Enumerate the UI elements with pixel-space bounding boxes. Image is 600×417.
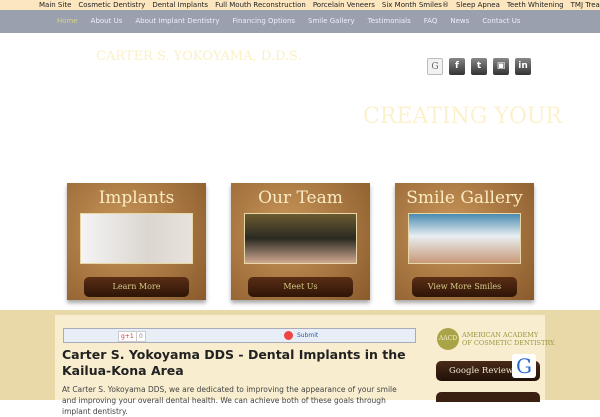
youtube-icon[interactable]: ▣: [493, 58, 509, 75]
social-links: G f t ▣ in: [427, 58, 531, 75]
nav-about-implant[interactable]: About Implant Dentistry: [135, 10, 219, 33]
facebook-icon[interactable]: f: [449, 58, 465, 75]
topbar-link-six-month[interactable]: Six Month Smiles®: [382, 0, 449, 10]
nav-contact[interactable]: Contact Us: [482, 10, 520, 33]
intro-paragraph: At Carter S. Yokoyama DDS, we are dedica…: [62, 385, 397, 416]
site-logo[interactable]: CARTER S. YOKOYAMA, D.D.S.: [96, 49, 302, 64]
hero-tagline: CREATING YOUR: [363, 104, 562, 129]
nav-smile-gallery[interactable]: Smile Gallery: [308, 10, 355, 33]
aacd-line2: OF COSMETIC DENTISTRY.: [462, 339, 556, 347]
topbar-link-cosmetic[interactable]: Cosmetic Dentistry: [78, 0, 145, 10]
linkedin-icon[interactable]: in: [515, 58, 531, 75]
card-implants: Implants Learn More: [67, 183, 206, 300]
google-plus-count: 0: [136, 331, 146, 342]
topbar-link-implants[interactable]: Dental Implants: [152, 0, 208, 10]
nav-about-us[interactable]: About Us: [91, 10, 123, 33]
learn-more-button[interactable]: Learn More: [84, 277, 189, 297]
google-g-icon: G: [512, 354, 536, 378]
card-title: Smile Gallery: [406, 188, 523, 208]
smile-gallery-photo: [408, 213, 521, 264]
sidebar-badge-button[interactable]: [436, 392, 540, 402]
topbar-link-sleep-apnea[interactable]: Sleep Apnea: [456, 0, 500, 10]
main-nav: Home About Us About Implant Dentistry Fi…: [0, 10, 600, 33]
card-title: Our Team: [258, 188, 343, 208]
google-plus-button[interactable]: g+1: [118, 331, 137, 342]
topbar-link-whitening[interactable]: Teeth Whitening: [507, 0, 564, 10]
view-more-smiles-button[interactable]: View More Smiles: [412, 277, 517, 297]
submit-button[interactable]: Submit: [297, 331, 318, 340]
top-site-links: Main Site Cosmetic Dentistry Dental Impl…: [0, 0, 600, 10]
aacd-seal-icon: AACD: [437, 328, 459, 350]
topbar-link-full-mouth[interactable]: Full Mouth Reconstruction: [215, 0, 306, 10]
team-photo: [244, 213, 357, 264]
topbar-link-veneers[interactable]: Porcelain Veneers: [313, 0, 375, 10]
nav-faq[interactable]: FAQ: [424, 10, 438, 33]
nav-financing[interactable]: Financing Options: [233, 10, 296, 33]
google-icon[interactable]: G: [427, 58, 443, 75]
page-title: Carter S. Yokoyama DDS - Dental Implants…: [62, 347, 406, 378]
implants-photo: [80, 213, 193, 264]
card-smile-gallery: Smile Gallery View More Smiles: [395, 183, 534, 300]
nav-testimonials[interactable]: Testimonials: [368, 10, 411, 33]
nav-home[interactable]: Home: [57, 10, 78, 33]
topbar-link-tmj[interactable]: TMJ Treatment: [571, 0, 600, 10]
aacd-line1: AMERICAN ACADEMY: [462, 331, 539, 339]
card-our-team: Our Team Meet Us: [231, 183, 370, 300]
meet-us-button[interactable]: Meet Us: [248, 277, 353, 297]
stumbleupon-icon[interactable]: [284, 331, 293, 340]
aacd-logo[interactable]: AACD AMERICAN ACADEMY OF COSMETIC DENTIST…: [437, 328, 556, 350]
card-title: Implants: [98, 188, 175, 208]
nav-news[interactable]: News: [450, 10, 469, 33]
twitter-icon[interactable]: t: [471, 58, 487, 75]
share-bar: g+1 0 Submit: [63, 328, 416, 343]
topbar-link-main-site[interactable]: Main Site: [39, 0, 71, 10]
